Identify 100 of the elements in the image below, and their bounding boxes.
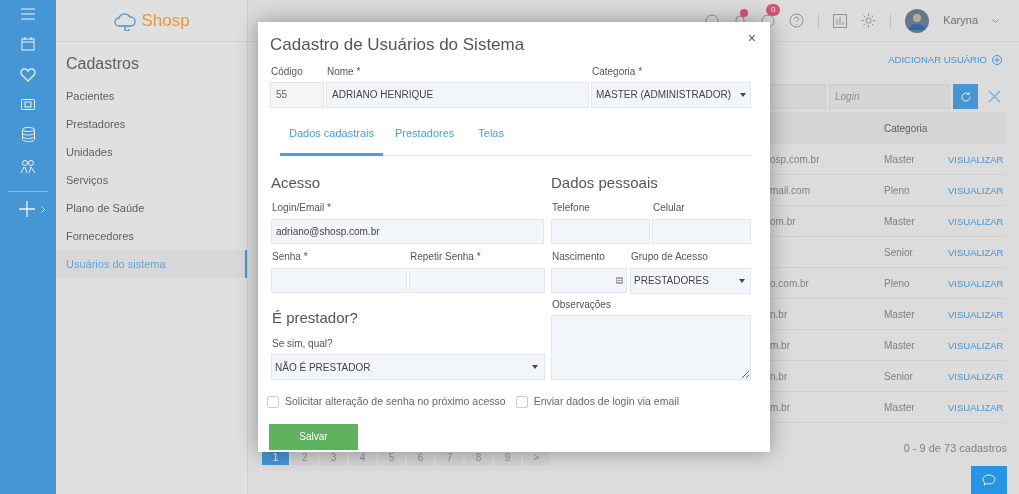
field-label: Nome * (326, 64, 362, 79)
refresh-icon (960, 91, 971, 102)
logo-text: Shosp (141, 9, 190, 32)
field-label: Telefone (551, 200, 591, 215)
checkbox[interactable] (515, 395, 528, 408)
field-label: Categoria * (591, 64, 644, 79)
password-field[interactable] (409, 267, 545, 293)
table-cell: m.br (770, 401, 790, 413)
settings-icon[interactable] (861, 13, 877, 28)
field-label: Observações (551, 297, 612, 312)
database-icon[interactable] (21, 127, 35, 142)
table-cell-text: Pleno (883, 184, 910, 196)
field-label: Repetir Senha * (409, 249, 482, 264)
modal-title: Cadastro de Usuários do Sistema (270, 34, 525, 56)
sidebar-item[interactable]: Serviços (56, 166, 247, 194)
table-cell-text: Master (883, 308, 915, 320)
tab[interactable]: Prestadores (383, 124, 467, 156)
table-cell: osp.com.br (770, 153, 820, 165)
cash-icon[interactable] (21, 99, 35, 110)
field-label: Login/Email * (271, 200, 332, 215)
category-select[interactable]: MASTER (ADMINISTRADOR) (591, 81, 751, 108)
table-cell: n.br (770, 370, 788, 382)
plus-icon[interactable] (19, 201, 35, 217)
section-heading: Dados pessoais (551, 173, 659, 193)
login-filter-field[interactable]: Login (829, 84, 950, 110)
view-link[interactable]: VISUALIZAR (948, 153, 1004, 165)
birth-date-field[interactable] (551, 267, 627, 293)
phone-field[interactable] (551, 218, 650, 244)
close-icon[interactable] (988, 90, 1001, 104)
section-heading: É prestador? (271, 307, 359, 328)
sidebar-item[interactable]: Pacientes (56, 82, 247, 110)
field-label: Senha * (271, 249, 309, 264)
field-label: Código (270, 64, 304, 79)
table-cell-text: Senior (883, 246, 913, 258)
access-group-select[interactable]: PRESTADORES (630, 267, 751, 294)
bar-chart-icon[interactable] (833, 13, 848, 28)
sidebar-item[interactable]: Prestadores (56, 110, 247, 138)
table-cell-text: Master (883, 153, 915, 165)
sidebar-item[interactable]: Fornecedores (56, 222, 247, 250)
table-cell-text: Master (883, 215, 915, 227)
name-field[interactable]: ADRIANO HENRIQUE (326, 81, 589, 108)
dropdown-arrow-icon (740, 92, 746, 97)
add-user-link[interactable]: ADICIONAR USUÁRIO (888, 53, 1002, 68)
user-name[interactable]: Karyna (943, 12, 978, 29)
chevron-right-icon[interactable] (41, 205, 45, 213)
sidebar-title: Cadastros (65, 54, 140, 74)
close-button[interactable]: × (747, 31, 756, 45)
password-field[interactable] (271, 267, 407, 293)
refresh-button[interactable] (953, 84, 978, 110)
table-cell-text: Master (883, 339, 915, 351)
view-link[interactable]: VISUALIZAR (948, 401, 1004, 413)
save-button[interactable]: Salvar (269, 423, 358, 450)
people-icon[interactable] (20, 159, 36, 174)
view-link[interactable]: VISUALIZAR (948, 215, 1004, 227)
table-cell-text: Master (883, 401, 915, 413)
heart-icon[interactable] (20, 68, 36, 82)
field-label: Grupo de Acesso (630, 249, 709, 264)
mobile-field[interactable] (652, 218, 751, 244)
help-icon[interactable] (789, 13, 805, 28)
notification-badge: 0 (766, 3, 781, 16)
chat-bubble-icon (982, 474, 996, 486)
checkbox[interactable] (267, 395, 279, 408)
table-cell: om.br (770, 215, 796, 227)
view-link[interactable]: VISUALIZAR (948, 370, 1004, 382)
chat-button[interactable] (971, 466, 1007, 494)
view-link[interactable]: VISUALIZAR (948, 277, 1004, 289)
avatar[interactable] (905, 8, 930, 33)
column-header: Categoria (883, 121, 929, 136)
calendar-icon[interactable] (616, 276, 623, 284)
provider-select[interactable]: NÃO É PRESTADOR (271, 354, 545, 380)
menu-icon[interactable] (21, 8, 35, 20)
code-field[interactable]: 55 (270, 81, 324, 108)
sidebar-item[interactable]: Unidades (56, 138, 247, 166)
view-link[interactable]: VISUALIZAR (948, 246, 1004, 258)
checkbox-label: Enviar dados de login via email (533, 394, 679, 409)
section-heading: Acesso (270, 173, 322, 193)
email-field[interactable]: adriano@shosp.com.br (271, 218, 544, 244)
view-link[interactable]: VISUALIZAR (948, 184, 1004, 196)
field-label: Nascimento (551, 249, 606, 264)
view-link[interactable]: VISUALIZAR (948, 339, 1004, 351)
sidebar-item[interactable]: Usuários do sistema (56, 250, 247, 278)
view-link[interactable]: VISUALIZAR (948, 308, 1004, 320)
sidebar-item[interactable]: Plano de Saúde (56, 194, 247, 222)
record-count: 0 - 9 de 73 cadastros (903, 440, 1007, 456)
table-cell: n.br (770, 308, 788, 320)
dropdown-arrow-icon (739, 278, 745, 283)
tab[interactable]: Dados cadastrais (280, 124, 383, 156)
checkbox-label: Solicitar alteração de senha no próximo acesso (285, 394, 506, 409)
dropdown-arrow-icon (532, 365, 538, 369)
table-cell: o.com.br (770, 277, 809, 289)
plus-circle-icon (992, 55, 1002, 66)
table-cell-text: Pleno (883, 277, 910, 289)
table-cell: m.br (770, 339, 790, 351)
field-label: Se sim, qual? (271, 337, 334, 351)
calendar-icon[interactable] (21, 37, 35, 51)
notes-field[interactable] (551, 314, 751, 380)
tab[interactable]: Telas (466, 124, 516, 156)
table-cell: mail.com (770, 184, 810, 196)
chevron-down-icon[interactable] (992, 18, 999, 23)
table-cell-text: Senior (883, 370, 913, 382)
